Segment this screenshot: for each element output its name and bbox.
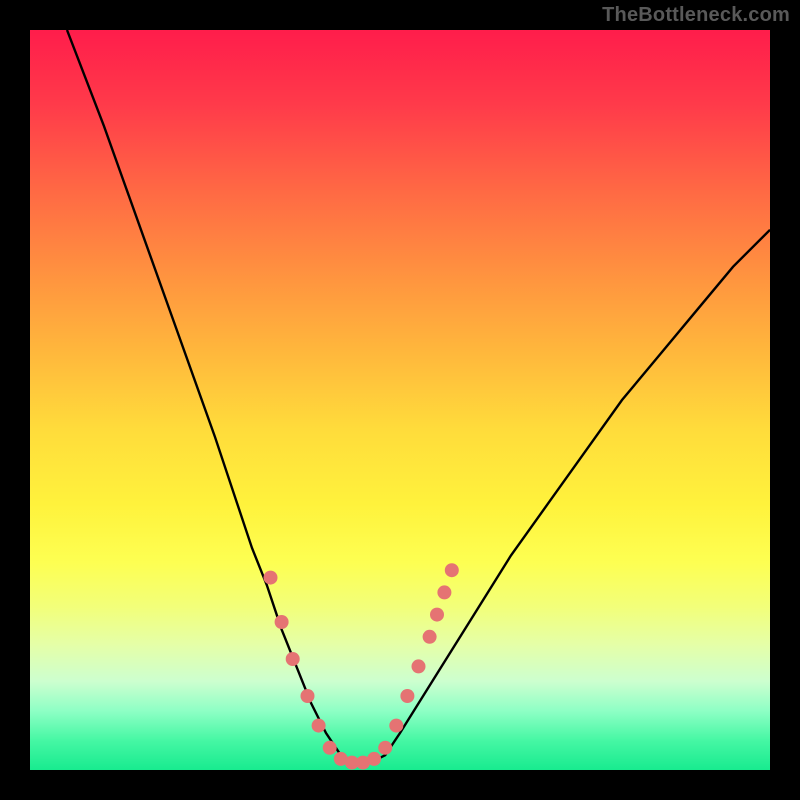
curve-marker: [430, 608, 444, 622]
curve-marker: [323, 741, 337, 755]
marker-group: [264, 563, 459, 769]
curve-marker: [437, 585, 451, 599]
chart-stage: TheBottleneck.com: [0, 0, 800, 800]
bottleneck-curve: [67, 30, 770, 763]
curve-marker: [312, 719, 326, 733]
curve-marker: [286, 652, 300, 666]
curve-marker: [275, 615, 289, 629]
curve-marker: [400, 689, 414, 703]
curve-marker: [423, 630, 437, 644]
curve-marker: [367, 752, 381, 766]
curve-marker: [301, 689, 315, 703]
curve-marker: [264, 571, 278, 585]
watermark-text: TheBottleneck.com: [602, 4, 790, 27]
curve-marker: [445, 563, 459, 577]
curve-marker: [389, 719, 403, 733]
plot-area: [30, 30, 770, 770]
curve-marker: [412, 659, 426, 673]
curve-marker: [378, 741, 392, 755]
curve-layer: [30, 30, 770, 770]
